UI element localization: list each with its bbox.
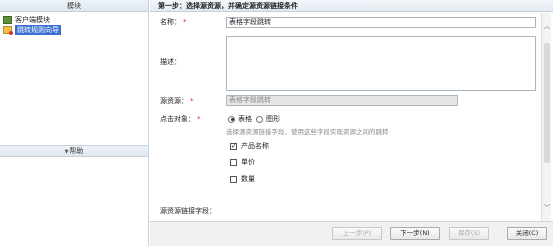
module-icon	[3, 16, 12, 24]
radio-dot	[256, 115, 263, 123]
tree-item-label: 跳转规则向导	[15, 25, 61, 35]
tree-item-label: 客户端模块	[15, 16, 50, 24]
target-label: 点击对象： *	[160, 115, 201, 123]
rule-wizard-icon	[3, 26, 13, 35]
checkbox-box	[230, 158, 237, 166]
checkbox-unit-price[interactable]: 单价	[230, 157, 255, 167]
checkbox-checked-icon: ✓	[230, 141, 237, 150]
description-textarea[interactable]	[226, 36, 536, 91]
close-button[interactable]: 关闭(C)	[507, 227, 547, 240]
save-button[interactable]: 保存(S)	[449, 227, 489, 240]
required-mark: *	[183, 18, 187, 26]
scroll-up-icon[interactable]: ︿	[542, 21, 552, 31]
checkbox-box	[230, 175, 237, 183]
module-tree: 客户端模块 跳转规则向导	[0, 12, 148, 35]
help-label: 帮助	[69, 147, 84, 155]
radio-dot	[228, 115, 235, 123]
checkbox-product-name[interactable]: ✓ 产品名称	[230, 141, 269, 151]
link-hint-text: 选择源资源链接字段，使用这些字段实现资源之间的跳转	[226, 128, 389, 136]
wizard-footer: 上一步(P) 下一步(N) 保存(S) 关闭(C)	[150, 221, 553, 246]
step-title: 第一步：选择源资源，并确定源资源链接条件	[150, 0, 553, 12]
scroll-down-icon[interactable]: ﹀	[542, 203, 552, 213]
form-scrollbar[interactable]: ︿ ﹀	[541, 13, 551, 221]
radio-graph[interactable]: 图形	[256, 114, 280, 124]
checkbox-quantity[interactable]: 数量	[230, 174, 255, 184]
source-label: 源资源： *	[160, 97, 194, 105]
wizard-form: 名称： * 表格字段跳转 描述： 源资源： * 表格字段跳转 点击对象： * 表格 图…	[150, 13, 542, 221]
tree-item-jump-rule-wizard[interactable]: 跳转规则向导	[0, 25, 148, 35]
radio-table[interactable]: 表格	[228, 114, 252, 124]
scroll-thumb[interactable]	[544, 43, 550, 163]
name-label: 名称： *	[160, 18, 187, 26]
module-panel-header: 模块	[0, 0, 148, 12]
name-input[interactable]: 表格字段跳转	[226, 17, 536, 28]
prev-step-button[interactable]: 上一步(P)	[332, 227, 382, 240]
description-label: 描述：	[160, 58, 181, 66]
link-fields-label: 源资源链接字段：	[160, 207, 216, 215]
chevron-down-icon: ▼	[64, 149, 69, 155]
module-panel: 模块 客户端模块 跳转规则向导 ▼帮助	[0, 0, 149, 246]
required-mark: *	[190, 97, 194, 105]
required-mark: *	[197, 115, 201, 123]
source-input: 表格字段跳转	[226, 95, 458, 106]
help-section-toggle[interactable]: ▼帮助	[0, 145, 148, 157]
tree-item-client-module[interactable]: 客户端模块	[0, 15, 148, 25]
next-step-button[interactable]: 下一步(N)	[390, 227, 440, 240]
